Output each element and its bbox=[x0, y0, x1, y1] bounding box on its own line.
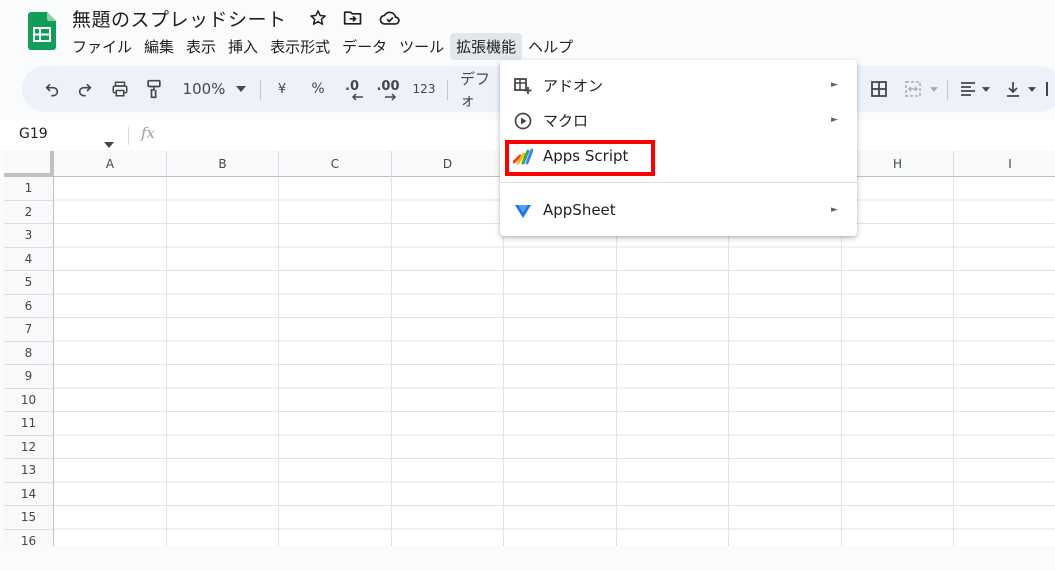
increase-decimal-button[interactable]: .00 bbox=[373, 66, 403, 112]
row-header[interactable]: 14 bbox=[4, 482, 54, 506]
grid-line bbox=[278, 177, 279, 546]
menu-item-appsheet[interactable]: AppSheet ► bbox=[500, 193, 857, 227]
row-header[interactable]: 4 bbox=[4, 247, 54, 271]
row-header[interactable]: 1 bbox=[4, 177, 54, 201]
row-header[interactable]: 10 bbox=[4, 388, 54, 412]
column-header[interactable]: A bbox=[54, 151, 167, 177]
submenu-arrow-icon: ► bbox=[831, 115, 838, 125]
name-box[interactable]: G19 bbox=[19, 126, 48, 142]
text-wrap-icon[interactable] bbox=[1042, 66, 1052, 112]
grid-line bbox=[166, 177, 167, 546]
toolbar-divider bbox=[260, 80, 261, 100]
arrow-right-icon bbox=[385, 93, 397, 101]
menu-item-addons[interactable]: アドオン ► bbox=[500, 68, 857, 102]
row-header[interactable]: 5 bbox=[4, 271, 54, 295]
appsheet-icon bbox=[513, 201, 533, 221]
apps-script-highlight bbox=[505, 140, 655, 176]
redo-icon[interactable] bbox=[73, 66, 97, 112]
menu-item-label: AppSheet bbox=[543, 201, 616, 219]
horizontal-align-icon[interactable] bbox=[957, 66, 979, 112]
row-header[interactable]: 8 bbox=[4, 341, 54, 365]
merge-cells-icon[interactable] bbox=[902, 66, 924, 112]
menu-view[interactable]: 表示 bbox=[180, 33, 222, 60]
menu-edit[interactable]: 編集 bbox=[138, 33, 180, 60]
row-header[interactable]: 7 bbox=[4, 318, 54, 342]
row-header[interactable]: 3 bbox=[4, 224, 54, 248]
submenu-arrow-icon: ► bbox=[831, 80, 838, 90]
percent-format-button[interactable]: % bbox=[306, 66, 330, 112]
row-header[interactable]: 13 bbox=[4, 459, 54, 483]
valign-dropdown-icon[interactable] bbox=[1026, 66, 1038, 112]
menu-insert[interactable]: 挿入 bbox=[222, 33, 264, 60]
title-row: 無題のスプレッドシート bbox=[72, 5, 401, 31]
borders-icon[interactable] bbox=[868, 66, 890, 112]
toolbar-divider bbox=[947, 80, 948, 100]
column-header[interactable]: B bbox=[167, 151, 279, 177]
menu-item-macros[interactable]: マクロ ► bbox=[500, 103, 857, 137]
sheets-logo-icon[interactable] bbox=[28, 12, 56, 50]
paint-format-icon[interactable] bbox=[142, 66, 166, 112]
title-actions bbox=[309, 9, 401, 27]
cloud-status-icon[interactable] bbox=[379, 9, 401, 27]
menu-item-label: マクロ bbox=[543, 111, 589, 130]
column-header[interactable]: H bbox=[842, 151, 954, 177]
macro-play-icon bbox=[513, 111, 533, 131]
row-header[interactable]: 16 bbox=[4, 529, 54, 546]
column-header[interactable]: C bbox=[279, 151, 392, 177]
grid-line bbox=[391, 177, 392, 546]
currency-format-button[interactable]: ¥ bbox=[272, 66, 292, 112]
row-header[interactable]: 15 bbox=[4, 506, 54, 530]
print-icon[interactable] bbox=[108, 66, 132, 112]
row-header[interactable]: 12 bbox=[4, 435, 54, 459]
menu-divider bbox=[500, 182, 857, 183]
addon-icon bbox=[513, 76, 533, 96]
submenu-arrow-icon: ► bbox=[831, 205, 838, 215]
row-header[interactable]: 6 bbox=[4, 294, 54, 318]
zoom-dropdown-icon[interactable] bbox=[232, 66, 250, 112]
document-title[interactable]: 無題のスプレッドシート bbox=[72, 5, 287, 32]
zoom-value: 100% bbox=[182, 80, 226, 98]
font-family-select[interactable]: デフォ bbox=[460, 66, 502, 112]
menu-help[interactable]: ヘルプ bbox=[522, 33, 579, 60]
fx-icon: fx bbox=[141, 124, 156, 142]
arrow-left-icon bbox=[351, 93, 363, 101]
merge-dropdown-icon[interactable] bbox=[928, 66, 940, 112]
row-header[interactable]: 9 bbox=[4, 365, 54, 389]
undo-icon[interactable] bbox=[40, 66, 64, 112]
menu-bar: ファイル 編集 表示 挿入 表示形式 データ ツール 拡張機能 ヘルプ bbox=[66, 32, 579, 60]
vertical-align-icon[interactable] bbox=[1002, 66, 1024, 112]
row-header[interactable]: 11 bbox=[4, 412, 54, 436]
row-header[interactable]: 2 bbox=[4, 200, 54, 224]
menu-tools[interactable]: ツール bbox=[393, 33, 450, 60]
decrease-decimal-button[interactable]: .0 bbox=[339, 66, 365, 112]
column-header[interactable]: D bbox=[392, 151, 504, 177]
select-all-corner[interactable] bbox=[4, 151, 54, 177]
menu-file[interactable]: ファイル bbox=[66, 33, 138, 60]
name-box-dropdown-icon[interactable] bbox=[104, 133, 114, 152]
grid-line bbox=[953, 177, 954, 546]
menu-format[interactable]: 表示形式 bbox=[264, 33, 336, 60]
menu-data[interactable]: データ bbox=[336, 33, 393, 60]
align-dropdown-icon[interactable] bbox=[980, 66, 992, 112]
toolbar-divider bbox=[447, 80, 448, 100]
column-header[interactable]: I bbox=[954, 151, 1055, 177]
move-folder-icon[interactable] bbox=[343, 9, 363, 27]
star-icon[interactable] bbox=[309, 9, 327, 27]
zoom-select[interactable]: 100% bbox=[180, 66, 228, 112]
menu-extensions[interactable]: 拡張機能 bbox=[450, 32, 523, 60]
menu-item-label: アドオン bbox=[543, 76, 604, 95]
number-format-button[interactable]: 123 bbox=[410, 66, 438, 112]
formula-divider bbox=[128, 127, 129, 145]
sheets-app: 無題のスプレッドシート ファイル 編集 表示 挿入 表示形式 データ ツール 拡… bbox=[0, 0, 1055, 571]
